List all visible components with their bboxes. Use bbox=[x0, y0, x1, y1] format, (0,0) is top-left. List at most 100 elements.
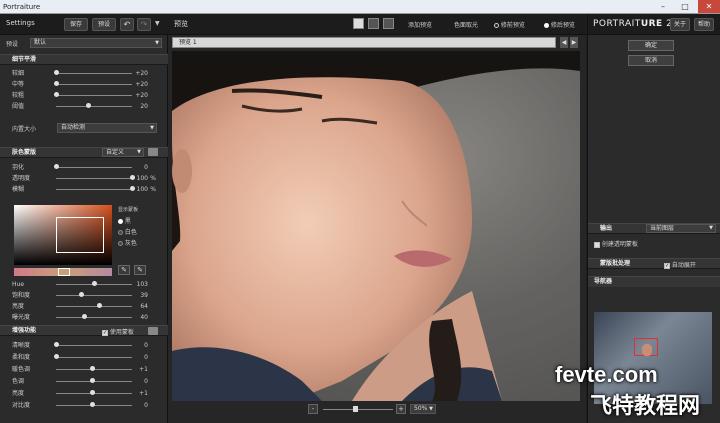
cancel-button[interactable]: 取消 bbox=[628, 55, 674, 66]
slider-knob[interactable] bbox=[54, 70, 59, 75]
slider-label: 对比度 bbox=[12, 402, 31, 409]
slider-knob[interactable] bbox=[85, 103, 91, 108]
chevron-down-icon: ▼ bbox=[137, 149, 141, 155]
slider-knob[interactable] bbox=[89, 402, 95, 407]
slider-value: 0 bbox=[144, 402, 148, 409]
detail-smoothing-title: 细节平滑 bbox=[12, 56, 37, 63]
mask-size-select[interactable]: 自动检测 ▼ bbox=[57, 123, 157, 133]
slider-row: 模糊 100% bbox=[0, 185, 168, 194]
preset-button[interactable]: 预设 bbox=[92, 18, 116, 31]
split-vertical-icon[interactable] bbox=[383, 18, 394, 29]
enhancements-header[interactable]: 增强功能 bbox=[0, 325, 168, 336]
zoom-in-button[interactable]: + bbox=[396, 404, 406, 414]
slider-value: +1 bbox=[139, 390, 148, 397]
ok-button[interactable]: 确定 bbox=[628, 40, 674, 51]
slider-track[interactable] bbox=[56, 106, 132, 107]
enhance-options-icon[interactable] bbox=[148, 327, 158, 335]
slider-label: 透明度 bbox=[12, 175, 31, 182]
skin-range-box[interactable] bbox=[56, 217, 104, 253]
portrait-photo bbox=[172, 51, 580, 401]
slider-value: 0 bbox=[144, 342, 148, 349]
slider-track[interactable] bbox=[56, 345, 132, 346]
slider-track[interactable] bbox=[56, 95, 132, 96]
create-mask-checkbox[interactable]: 创建透明蒙板 bbox=[594, 239, 638, 248]
slider-knob[interactable] bbox=[92, 281, 97, 286]
hue-strip[interactable] bbox=[14, 268, 112, 276]
eyedropper-subtract-icon[interactable]: ✎ bbox=[134, 265, 146, 275]
mask-option-black[interactable]: 黑 bbox=[118, 216, 131, 225]
slider-track[interactable] bbox=[56, 189, 132, 190]
slider-row: 较粗 +20 bbox=[0, 91, 168, 100]
slider-knob[interactable] bbox=[89, 390, 95, 395]
slider-value: 103 bbox=[136, 281, 148, 288]
slider-track[interactable] bbox=[56, 73, 132, 74]
maximize-button[interactable]: □ bbox=[674, 0, 696, 13]
help-button[interactable]: 帮助 bbox=[694, 18, 714, 31]
slider-knob[interactable] bbox=[97, 303, 103, 308]
auto-expand-checkbox[interactable]: ✓ 自动展开 bbox=[664, 260, 696, 269]
tab-prev-icon[interactable]: ◀ bbox=[560, 37, 568, 48]
slider-track[interactable] bbox=[56, 167, 132, 168]
detail-smoothing-header[interactable]: 细节平滑 bbox=[0, 54, 168, 65]
batch-header[interactable]: 蒙版批处理 bbox=[588, 258, 720, 269]
after-preview-toggle[interactable]: 修后预览 bbox=[544, 20, 575, 29]
undo-icon[interactable]: ↶ bbox=[120, 18, 134, 31]
slider-knob[interactable] bbox=[54, 342, 59, 347]
redo-icon[interactable]: ↷ bbox=[137, 18, 151, 31]
zoom-select[interactable]: 50% ▼ bbox=[410, 404, 436, 414]
slider-row: 亮度 64 bbox=[0, 302, 168, 311]
slider-knob[interactable] bbox=[54, 164, 59, 169]
show-mask-label: 显示蒙板 bbox=[118, 207, 139, 213]
slider-track[interactable] bbox=[56, 357, 132, 358]
eyedropper-icon[interactable] bbox=[148, 148, 158, 156]
slider-value: 64 bbox=[140, 303, 148, 310]
slider-knob[interactable] bbox=[54, 92, 59, 97]
skin-mode-value: 自定义 bbox=[106, 149, 125, 156]
slider-knob[interactable] bbox=[79, 292, 85, 297]
slider-knob[interactable] bbox=[89, 366, 95, 371]
slider-track[interactable] bbox=[56, 84, 132, 85]
mask-option-white[interactable]: 白色 bbox=[118, 227, 137, 236]
before-preview-toggle[interactable]: 修前预览 bbox=[494, 20, 525, 29]
slider-knob[interactable] bbox=[89, 378, 95, 383]
slider-track[interactable] bbox=[56, 306, 132, 307]
slider-label: Hue bbox=[12, 281, 25, 288]
color-picker-area[interactable] bbox=[14, 205, 112, 265]
enhancements-title: 增强功能 bbox=[12, 327, 37, 334]
slider-knob[interactable] bbox=[82, 314, 88, 319]
slider-row: 暖色调 +1 bbox=[0, 365, 168, 374]
slider-value: 0 bbox=[144, 378, 148, 385]
preview-tab[interactable]: 预览 1 bbox=[172, 37, 556, 48]
slider-track[interactable] bbox=[56, 178, 132, 179]
pick-color-button[interactable]: 色面取光 bbox=[454, 20, 478, 29]
minimize-button[interactable]: – bbox=[652, 0, 674, 13]
slider-row: 中等 +20 bbox=[0, 80, 168, 89]
slider-row: 羽化 0 bbox=[0, 163, 168, 172]
use-mask-checkbox[interactable]: ✓ 使用蒙板 bbox=[102, 327, 134, 336]
mask-option-gray[interactable]: 灰色 bbox=[118, 238, 137, 247]
chevron-down-icon[interactable]: ▼ bbox=[155, 20, 160, 27]
zoom-out-button[interactable]: - bbox=[308, 404, 318, 414]
skin-mode-select[interactable]: 自定义 ▼ bbox=[102, 148, 144, 157]
close-button[interactable]: ✕ bbox=[698, 0, 720, 13]
preset-select[interactable]: 默认 ▼ bbox=[30, 38, 162, 48]
tab-next-icon[interactable]: ▶ bbox=[570, 37, 578, 48]
eyedropper-add-icon[interactable]: ✎ bbox=[118, 265, 130, 275]
chevron-down-icon: ▼ bbox=[429, 406, 433, 412]
add-preview-button[interactable]: 添加预览 bbox=[408, 20, 432, 29]
chevron-down-icon: ▼ bbox=[709, 225, 713, 231]
zoom-slider[interactable] bbox=[323, 406, 393, 412]
slider-row: 曝光度 40 bbox=[0, 313, 168, 322]
save-button[interactable]: 保存 bbox=[64, 18, 88, 31]
preview-image[interactable] bbox=[172, 51, 580, 401]
slider-track[interactable] bbox=[56, 317, 132, 318]
slider-knob[interactable] bbox=[54, 354, 59, 359]
about-button[interactable]: 关于 bbox=[670, 18, 690, 31]
slider-label: 阈值 bbox=[12, 103, 25, 110]
zoom-slider-knob[interactable] bbox=[353, 406, 358, 412]
split-horizontal-icon[interactable] bbox=[368, 18, 379, 29]
slider-track[interactable] bbox=[56, 295, 132, 296]
slider-knob[interactable] bbox=[54, 81, 59, 86]
output-select[interactable]: 当前图层 ▼ bbox=[646, 224, 716, 233]
single-view-icon[interactable] bbox=[353, 18, 364, 29]
